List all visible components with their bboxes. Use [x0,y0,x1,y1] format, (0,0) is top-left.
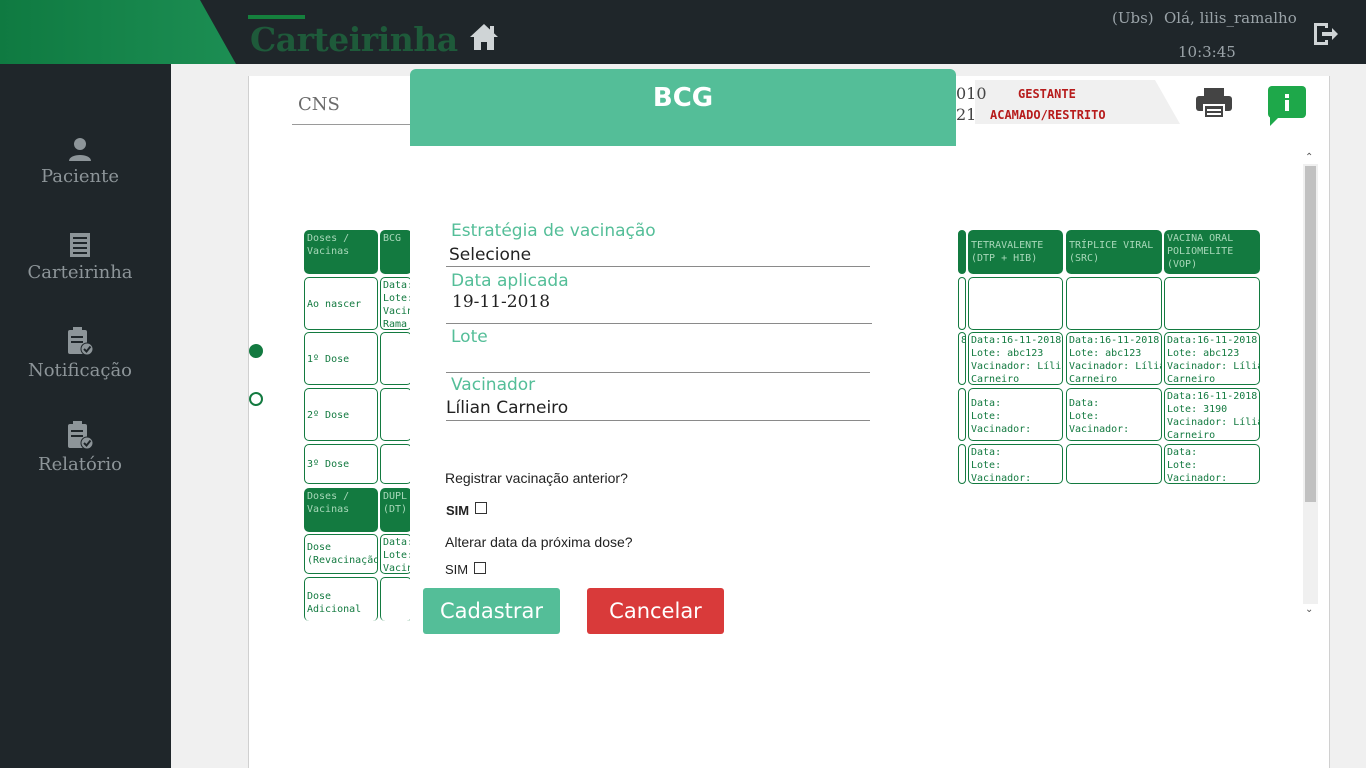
cns-underline [292,124,422,125]
logout-icon[interactable] [1310,20,1340,48]
patient-number-2: 21 [956,105,977,124]
table-cell[interactable] [1164,277,1260,330]
clock: 10:3:45 [1178,43,1236,61]
date-input[interactable]: 19-11-2018 [452,292,550,312]
table-row-label: Dose Adicional [304,577,378,621]
table-cell-tetra-1[interactable]: Data:16-11-2018 Lote: abc123 Vacinador: … [968,332,1063,385]
date-underline [446,323,872,324]
strategy-select[interactable]: Selecione [449,245,531,265]
scroll-down-icon[interactable]: ⌄ [1305,604,1313,615]
table-header-doses: Doses / Vacinas [304,230,378,274]
table-cell-tetra-2[interactable]: Data: Lote: Vacinador: [968,388,1063,441]
table-cell-vop-1[interactable]: Data:16-11-2018 Lote: abc123 Vacinador: … [1164,332,1260,385]
clipboard-check-icon [68,327,94,356]
title-accent [248,15,305,19]
scrollbar-thumb[interactable] [1305,166,1316,502]
app-title: Carteirinha [250,20,458,59]
next-dose-sim-label: SIM [445,562,469,577]
tag-gestante: GESTANTE [1018,87,1076,101]
sidebar-item-label: Paciente [40,166,119,187]
previous-vaccination-checkbox[interactable] [475,502,487,514]
scroll-up-icon[interactable]: ⌃ [1305,152,1313,163]
lote-underline [446,372,870,373]
table-header-bcg: BCG [380,230,412,274]
printer-icon[interactable] [1194,86,1234,120]
table-header-doses: Doses / Vacinas [304,488,378,532]
table-cell[interactable] [1066,444,1162,484]
table-header-tetravalente: TETRAVALENTE (DTP + HIB) [968,230,1063,274]
sidebar-item-label: Notificação [27,360,133,381]
sidebar-item-relatorio[interactable]: Relatório [0,420,160,475]
table-cell[interactable] [380,577,412,621]
next-dose-question: Alterar data da próxima dose? [445,534,633,550]
sidebar-item-label: Relatório [38,454,122,475]
top-bar: Carteirinha (Ubs) Olá, lilis_ramalho 10:… [0,0,1366,64]
info-icon[interactable] [1268,86,1306,126]
table-cell-triplice-1[interactable]: Data:16-11-2018 Lote: abc123 Vacinador: … [1066,332,1162,385]
tag-acamado: ACAMADO/RESTRITO [990,108,1106,122]
user-icon [69,138,91,161]
vacinador-input[interactable]: Lílian Carneiro [446,398,568,418]
lote-label: Lote [451,327,488,347]
table-row-label: 2º Dose [304,388,378,441]
clipboard-check-icon [68,421,94,450]
card-icon [70,233,90,257]
table-header-triplice: TRÍPLICE VIRAL (SRC) [1066,230,1162,274]
table-row-label: 1º Dose [304,332,378,385]
table-row-label: Ao nascer [304,277,378,330]
vacinador-label: Vacinador [451,375,536,395]
table-cell-bcg-ao-nascer[interactable]: Data: Lote: Vacin Rama [380,277,412,330]
ubs-label: (Ubs) [1112,9,1154,27]
table-cell-dupla-revac[interactable]: Data: Lote: Vacin [380,534,412,574]
table-cell-vop-2[interactable]: Data:16-11-2018 Lote: 3190 Vacinador: Lí… [1164,388,1260,441]
table-cell[interactable] [380,332,412,385]
cadastrar-button[interactable]: Cadastrar [423,588,560,634]
modal-header: BCG [410,69,956,146]
date-label: Data aplicada [451,271,569,291]
table-cell[interactable] [380,444,412,484]
table-header-dupla: DUPL (DT) [380,488,412,532]
sidebar: Paciente Carteirinha Notificação Relatór… [0,64,171,768]
sidebar-item-label: Carteirinha [27,262,133,283]
table-cell-partial[interactable]: 8 [958,332,966,385]
lote-input[interactable] [449,351,869,371]
table-cell-tetra-3[interactable]: Data: Lote: Vacinador: [968,444,1063,484]
strategy-label: Estratégia de vacinação [451,221,656,241]
table-cell-triplice-2[interactable]: Data: Lote: Vacinador: [1066,388,1162,441]
sidebar-item-notificacao[interactable]: Notificação [0,326,160,381]
vacinador-underline [446,420,870,421]
table-cell[interactable] [1066,277,1162,330]
next-dose-checkbox[interactable] [474,562,486,574]
table-cell-vop-3[interactable]: Data: Lote: Vacinador: [1164,444,1260,484]
table-cell[interactable] [958,277,966,330]
table-cell[interactable] [958,388,966,441]
sidebar-item-paciente[interactable]: Paciente [0,136,160,187]
table-row-label: Dose (Revacinação) [304,534,378,574]
previous-vaccination-sim-label: SIM [446,503,470,518]
user-greeting: Olá, lilis_ramalho [1164,9,1297,27]
table-header-partial [958,230,966,274]
home-icon[interactable] [468,22,500,52]
patient-number-1: 010 [956,84,987,103]
table-row-label: 3º Dose [304,444,378,484]
strategy-underline [446,266,870,267]
table-cell[interactable] [958,444,966,484]
vaccine-modal: BCG Estratégia de vacinação Selecione Da… [410,69,956,721]
table-header-vop: VACINA ORAL POLIOMELITE (VOP) [1164,230,1260,274]
modal-title: BCG [652,83,714,113]
cancelar-button[interactable]: Cancelar [587,588,724,634]
sidebar-item-carteirinha[interactable]: Carteirinha [0,232,160,283]
cns-label: CNS [298,94,340,115]
scrollbar[interactable]: ⌃ ⌄ [1303,152,1318,618]
table-cell[interactable] [968,277,1063,330]
previous-vaccination-question: Registrar vacinação anterior? [445,470,628,486]
page-dot-inactive[interactable] [249,392,263,406]
table-cell[interactable] [380,388,412,441]
brand-wedge [0,0,236,64]
page-dot-active[interactable] [249,344,263,358]
